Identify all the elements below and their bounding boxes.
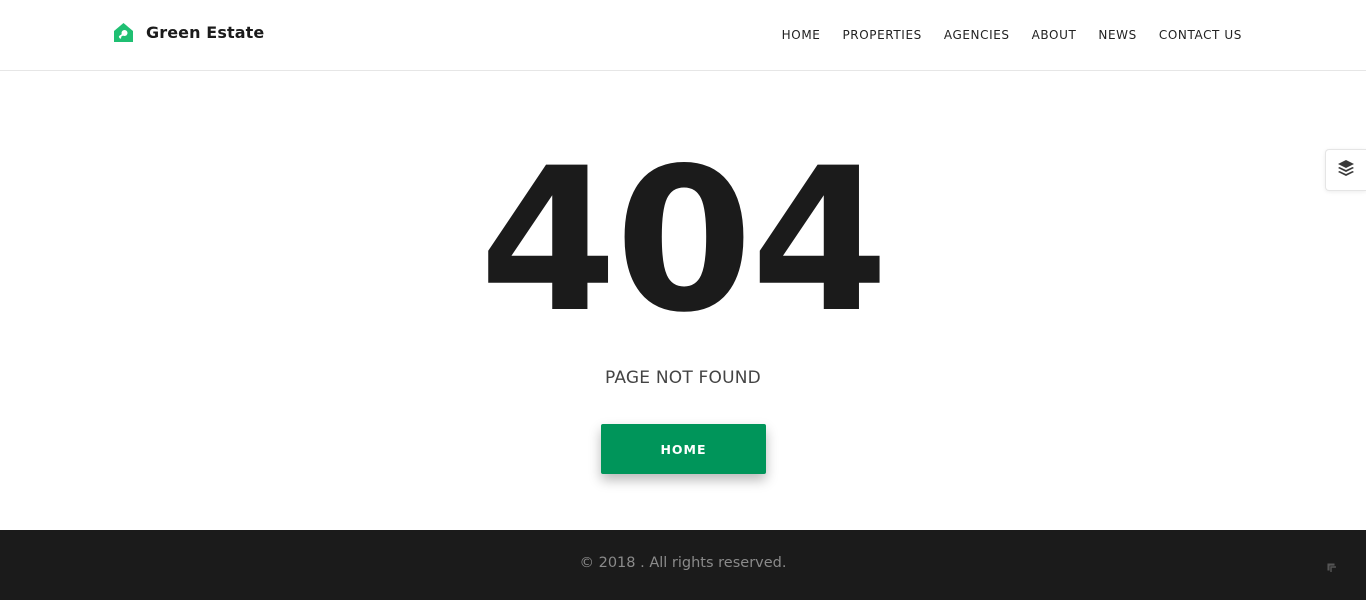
- copyright-text: © 2018 . All rights reserved.: [579, 555, 787, 571]
- nav-item-contact-us[interactable]: CONTACT US: [1148, 27, 1242, 43]
- house-key-icon: [113, 22, 134, 43]
- error-code: 404: [479, 125, 888, 356]
- main-nav: HOME PROPERTIES AGENCIES ABOUT NEWS CONT…: [771, 27, 1242, 43]
- scroll-top-icon: [1323, 559, 1339, 580]
- site-header: Green Estate HOME PROPERTIES AGENCIES AB…: [0, 0, 1366, 71]
- scroll-top-button[interactable]: [1320, 558, 1342, 580]
- nav-item-about[interactable]: ABOUT: [1021, 27, 1088, 43]
- nav-item-agencies[interactable]: AGENCIES: [933, 27, 1021, 43]
- nav-item-home[interactable]: HOME: [771, 27, 832, 43]
- brand-name: Green Estate: [146, 23, 265, 42]
- error-message: PAGE NOT FOUND: [605, 368, 761, 388]
- home-button[interactable]: HOME: [601, 424, 766, 474]
- site-footer: © 2018 . All rights reserved.: [0, 530, 1366, 600]
- nav-item-properties[interactable]: PROPERTIES: [831, 27, 932, 43]
- nav-item-news[interactable]: NEWS: [1087, 27, 1147, 43]
- error-section: 404 PAGE NOT FOUND HOME: [0, 71, 1366, 530]
- brand-logo[interactable]: Green Estate: [113, 22, 264, 43]
